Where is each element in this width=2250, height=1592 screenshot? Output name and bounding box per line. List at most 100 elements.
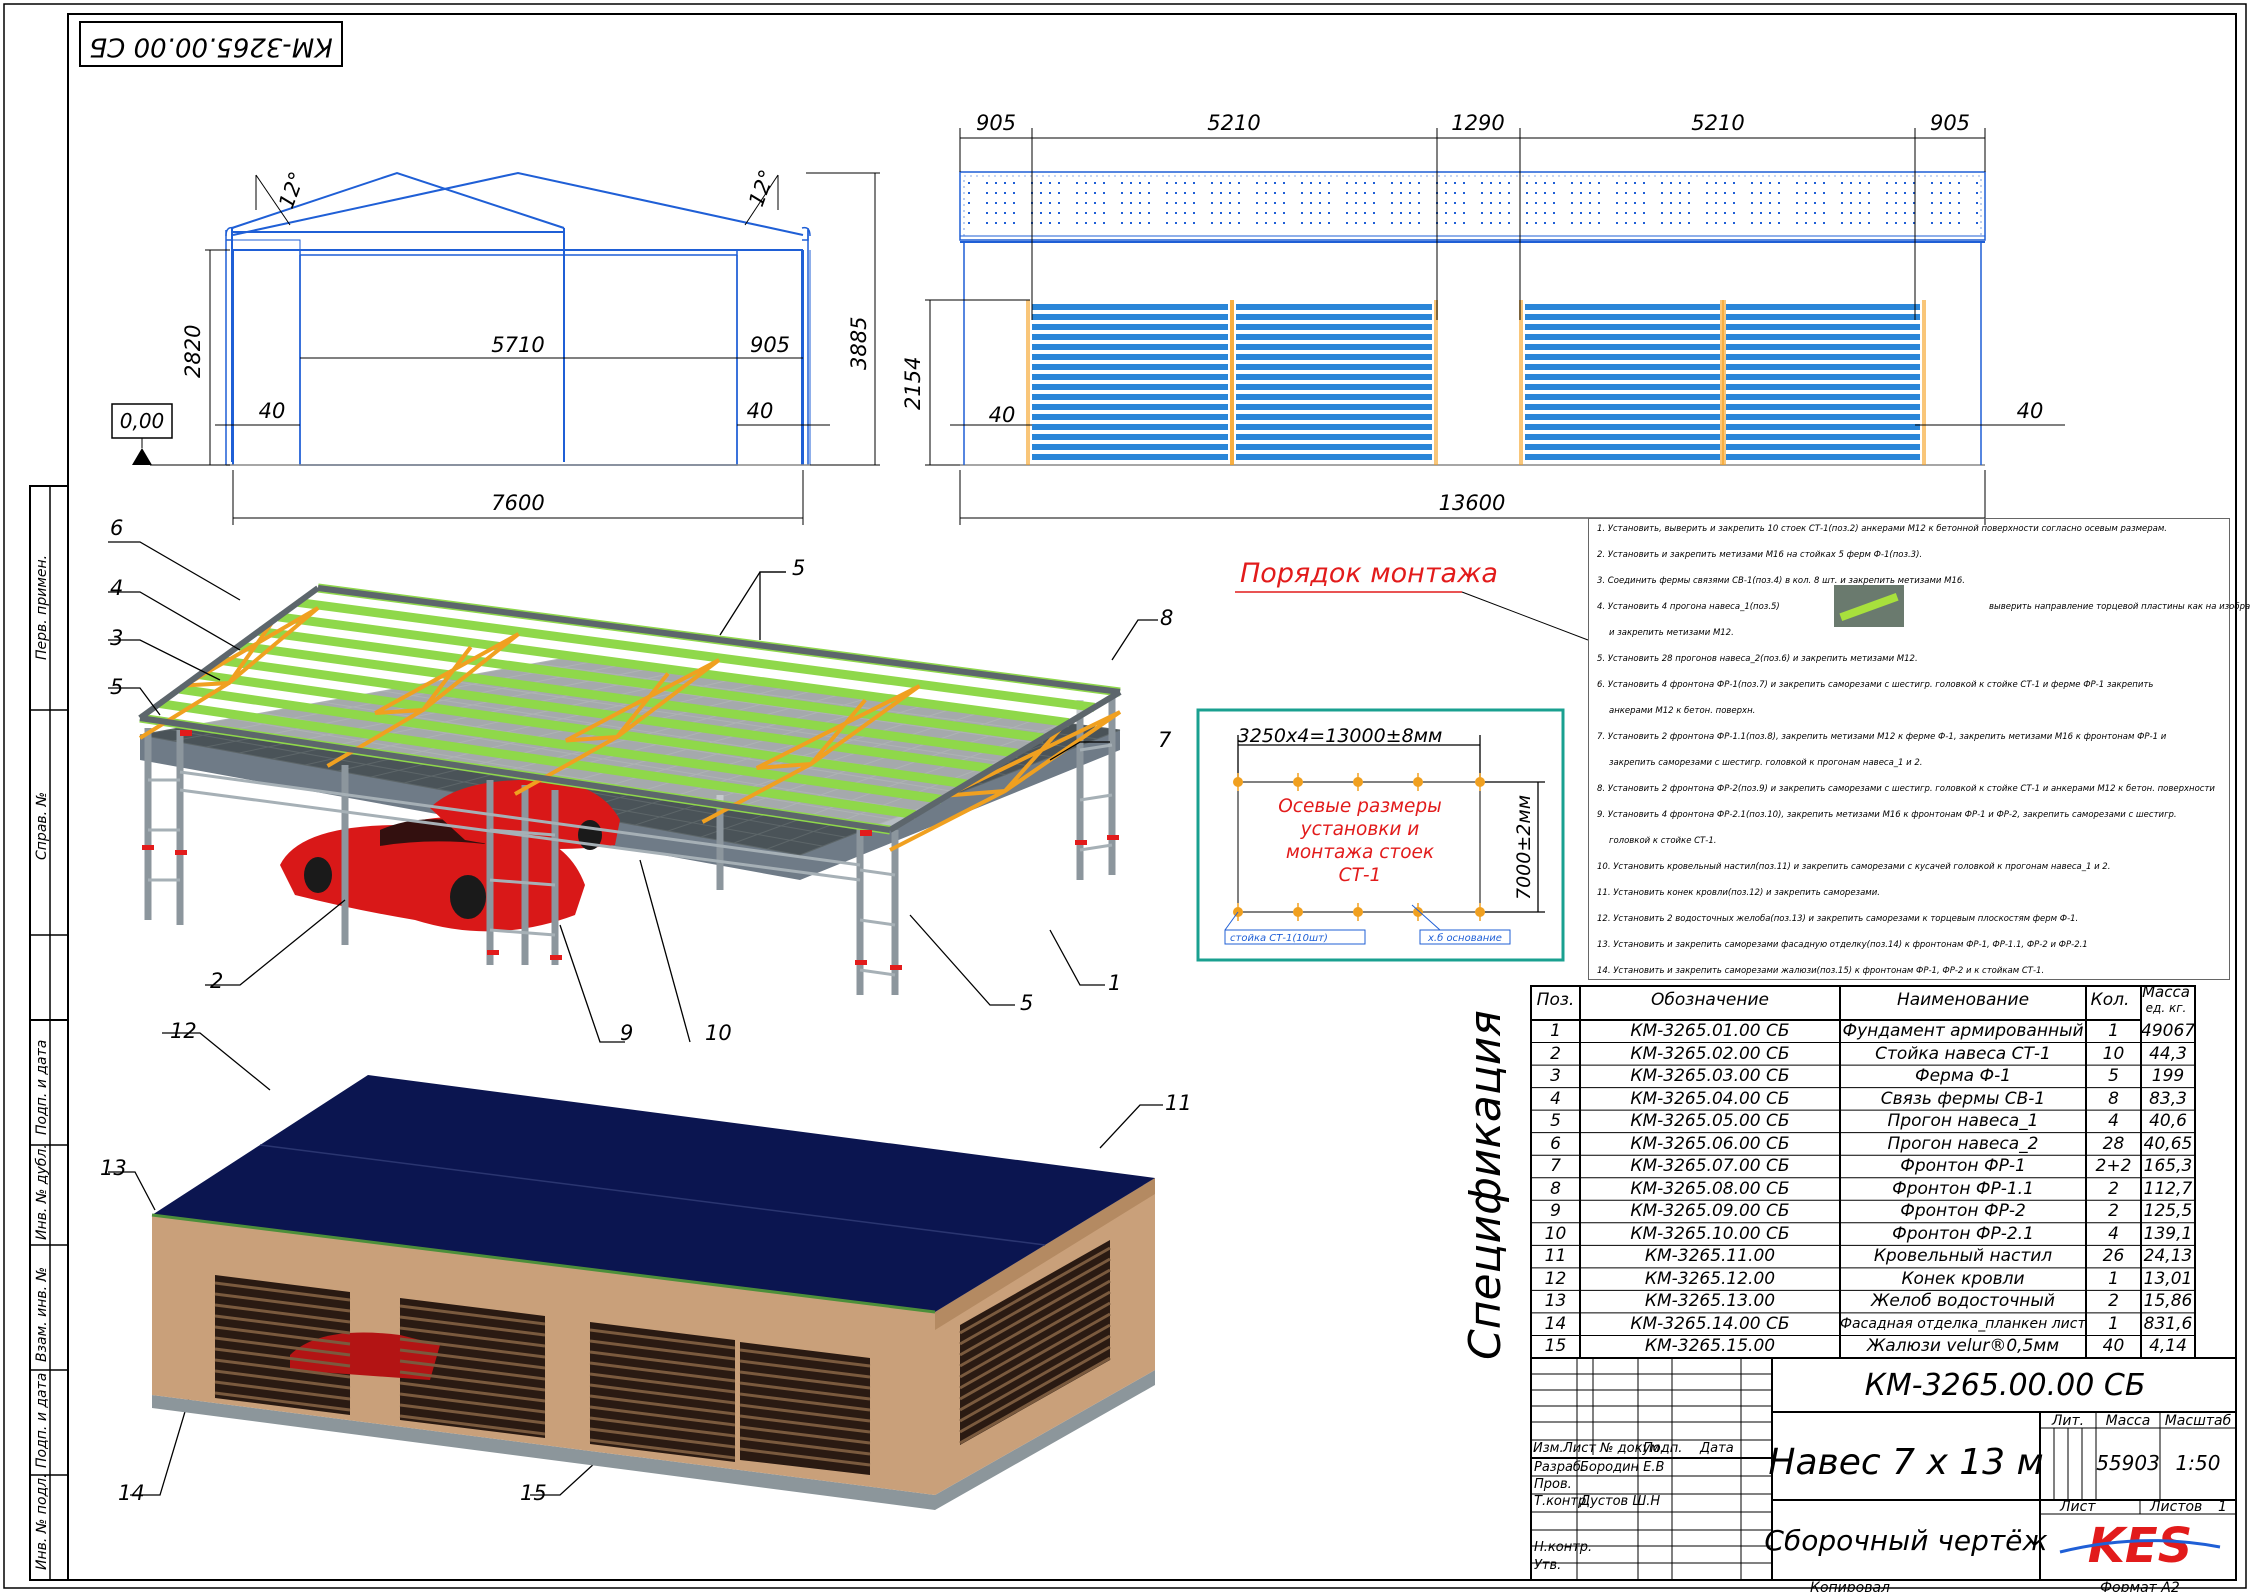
dim-top-3: 1290 [1451,111,1504,135]
tb-role-5: Н.контр. [1534,1540,1592,1555]
louver-panels [1026,300,1926,465]
front-dim-text: 12° 12° 2820 3885 5710 905 40 40 7600 [181,167,871,515]
tb-doc-type: Сборочный чертёж [1764,1524,2047,1557]
spec-designation: КМ-3265.09.00 СБ [1630,1201,1790,1222]
spec-mass: 44,3 [2149,1043,2187,1064]
dim-angle-right: 12° [744,167,779,210]
spec-name: Прогон навеса_1 [1887,1111,2039,1132]
tb-col-izm: Изм. [1533,1441,1564,1456]
tb-col-sign: Подп. [1643,1441,1682,1456]
axis-center-text: Осевые размеры установки и монтажа стоек… [1278,796,1442,886]
axis-right-dim: 7000±2мм [1513,795,1535,900]
axis-top-dim: 3250х4=13000±8мм [1238,725,1443,747]
spec-pos: 14 [1544,1313,1567,1334]
callout-5b: 5 [792,556,805,580]
axis-legend-left: стойка СТ-1(10шт) [1230,933,1328,944]
spec-name: Фронтон ФР-1.1 [1892,1178,2034,1199]
side-label-6: Подп. и дата [34,1373,50,1468]
spec-mass: 24,13 [2143,1246,2193,1267]
spec-mass: 125,5 [2143,1201,2193,1222]
callout-15: 15 [520,1481,547,1505]
dim-side-off-left: 40 [989,403,1016,427]
spec-designation: КМ-3265.10.00 СБ [1630,1223,1790,1244]
dim-off-right: 40 [747,399,774,423]
side-label-1: Перв. примен. [34,555,50,660]
spec-mass: 15,86 [2143,1291,2193,1312]
elevation-label: 0,00 [120,409,165,433]
spec-pos: 11 [1544,1246,1567,1267]
tb-format: Формат А2 [2100,1580,2180,1592]
spec-mass: 4,14 [2149,1336,2187,1357]
spec-qty: 28 [2102,1133,2125,1154]
spec-qty: 2 [2108,1291,2119,1312]
note-1: 1. Установить, выверить и закрепить 10 с… [1597,524,2168,534]
spec-designation: КМ-3265.01.00 СБ [1630,1021,1790,1041]
callout-5c: 5 [1020,991,1033,1015]
note-13: 13. Установить и закрепить саморезами фа… [1597,940,2088,950]
spec-h-name: Наименование [1896,990,2030,1010]
side-label-5: Взам. инв. № [34,1267,50,1362]
tb-scale: 1:50 [2176,1451,2221,1475]
spec-qty: 2+2 [2095,1156,2132,1177]
spec-name: Фундамент армированный [1842,1021,2084,1041]
side-label-4: Инв. № дубл. [34,1144,50,1240]
dim-side-off-right: 40 [2017,399,2044,423]
spec-pos: 9 [1550,1201,1561,1222]
spec-designation: КМ-3265.15.00 [1644,1336,1776,1357]
tb-col-date: Дата [1699,1441,1734,1456]
spec-designation: КМ-3265.12.00 [1644,1268,1776,1289]
callout-9: 9 [620,1021,633,1045]
tb-role-2: Пров. [1534,1477,1572,1492]
side-stamp: Перв. примен. Справ. № Подп. и дата Инв.… [29,485,69,1581]
note-2: 2. Установить и закрепить метизами М16 н… [1597,550,1923,560]
dim-top-4: 5210 [1691,111,1744,135]
spec-qty: 4 [2108,1111,2119,1132]
tb-sheets-label: Листов [2149,1499,2202,1515]
note-8: 8. Установить 2 фронтона ФР-2(поз.9) и з… [1597,784,2215,794]
spec-mass: 49067 [2141,1021,2195,1041]
spec-pos: 10 [1544,1223,1567,1244]
spec-qty: 10 [2102,1043,2125,1064]
front-outline [225,171,811,465]
spec-name: Фронтон ФР-2.1 [1892,1223,2034,1244]
spec-qty: 5 [2108,1066,2119,1087]
spec-mass: 199 [2151,1066,2185,1087]
note-4b: и закрепить метизами М12. [1609,628,1734,638]
note-7b: закрепить саморезами с шестигр. головкой… [1609,758,1923,768]
side-label-3: Подп. и дата [34,1040,50,1135]
spec-h-des: Обозначение [1651,990,1769,1010]
dim-off-left: 40 [259,399,286,423]
spec-mass: 40,6 [2149,1111,2187,1132]
note-7: 7. Установить 2 фронтона ФР-1.1(поз.8), … [1597,732,2167,742]
spec-h-qty: Кол. [2090,990,2130,1010]
spec-designation: КМ-3265.03.00 СБ [1630,1066,1790,1087]
spec-name: Жалюзи velur®0,5мм [1866,1336,2060,1357]
spec-pos: 5 [1550,1111,1561,1132]
tb-sheet-label: Лист [2059,1499,2096,1515]
dim-w-total: 7600 [491,491,544,515]
spec-name: Стойка навеса СТ-1 [1875,1043,2051,1064]
spec-mass: 83,3 [2149,1088,2187,1109]
spec-designation: КМ-3265.06.00 СБ [1630,1133,1790,1154]
callout-6: 6 [110,516,123,540]
note-5: 5. Установить 28 прогонов навеса_2(поз.6… [1597,654,1918,664]
spec-pos: 3 [1550,1066,1561,1087]
spec-qty: 2 [2108,1178,2119,1199]
dim-h-total: 3885 [847,317,871,370]
elevation-mark: 0,00 [111,403,173,465]
spec-qty: 1 [2108,1313,2119,1334]
note-4-right: выверить направление торцевой пластины к… [1989,602,2250,612]
tb-scale-label: Масштаб [2165,1413,2232,1429]
side-label-2: Справ. № [34,792,50,860]
spec-name: Желоб водосточный [1871,1291,2055,1312]
note-4: 4. Установить 4 прогона навеса_1(поз.5) [1597,602,1780,612]
spec-name: Ферма Ф-1 [1914,1066,2012,1087]
spec-qty: 8 [2108,1088,2119,1109]
spec-mass: 112,7 [2143,1178,2193,1199]
tb-col-list: Лист [1562,1441,1596,1456]
callout-13: 13 [100,1156,127,1180]
spec-pos: 15 [1544,1336,1567,1357]
spec-title: Спецификация [1460,1010,1511,1360]
spec-designation: КМ-3265.07.00 СБ [1630,1156,1790,1177]
spec-pos: 8 [1550,1178,1561,1199]
